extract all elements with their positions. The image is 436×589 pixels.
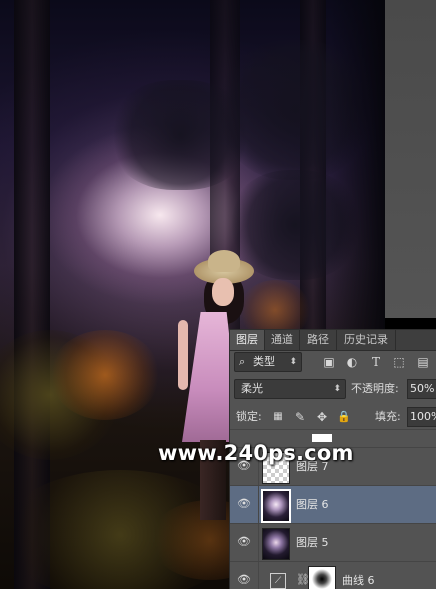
arm (178, 320, 188, 390)
search-icon: ⌕ (239, 355, 246, 368)
chevron-updown-icon: ⬍ (333, 384, 341, 394)
divider (258, 486, 259, 524)
opacity-label: 不透明度: (351, 382, 399, 395)
shape-filter-icon[interactable]: ⬚ (391, 353, 407, 371)
filter-kind-label: 类型 (253, 355, 275, 368)
autumn-foliage (50, 330, 160, 420)
hat-crown (208, 250, 240, 272)
opacity-field[interactable]: 50% (407, 379, 436, 399)
curves-adjustment-icon: ⟋ (270, 573, 286, 589)
blend-row: 柔光 ⬍ 不透明度: 50% (230, 379, 436, 399)
chevron-updown-icon: ⬍ (289, 357, 297, 367)
image-filter-icon[interactable]: ▣ (321, 353, 337, 371)
chain-link-icon[interactable]: ⛓ (296, 572, 310, 588)
layer-row-selected[interactable]: 👁 图层 6 (230, 485, 436, 524)
layer-name: 图层 6 (296, 498, 329, 511)
type-filter-icon[interactable]: T (368, 353, 384, 371)
lock-paint-icon[interactable]: ✎ (292, 408, 308, 426)
adjustment-filter-icon[interactable]: ◐ (344, 353, 360, 371)
tab-channels[interactable]: 通道 (265, 330, 300, 350)
layer-thumbnail (261, 489, 291, 523)
divider (258, 524, 259, 562)
tab-layers[interactable]: 图层 (230, 330, 265, 350)
panel-tab-bar: 图层 通道 路径 历史记录 (230, 330, 436, 351)
layer-mask-thumbnail (308, 566, 336, 589)
lock-all-icon[interactable]: 🔒 (336, 408, 352, 426)
lock-label: 锁定: (236, 410, 262, 423)
screenshot: 图层 通道 路径 历史记录 ⌕ 类型 ⬍ ▣ ◐ T ⬚ ▤ 柔光 ⬍ 不透明度… (0, 0, 436, 589)
layer-row[interactable]: 👁 图层 5 (230, 523, 436, 562)
layer-name: 图层 5 (296, 536, 329, 549)
tab-history[interactable]: 历史记录 (337, 330, 396, 350)
filter-row: ⌕ 类型 ⬍ ▣ ◐ T ⬚ ▤ (230, 352, 436, 372)
lock-transparent-icon[interactable]: ▦ (270, 408, 286, 426)
filter-kind-select[interactable]: ⌕ 类型 ⬍ (234, 352, 302, 372)
eye-icon[interactable]: 👁 (236, 497, 252, 511)
layer-name: 曲线 6 (342, 574, 375, 587)
divider (258, 562, 259, 589)
workspace-background (385, 0, 436, 318)
eye-icon[interactable]: 👁 (236, 535, 252, 549)
lock-row: 锁定: ▦ ✎ ✥ 🔒 填充: 100% (230, 407, 436, 427)
face (212, 278, 234, 306)
layer-thumbnail (262, 528, 290, 560)
fill-label: 填充: (375, 410, 401, 423)
smart-object-filter-icon[interactable]: ▤ (415, 353, 431, 371)
blend-mode-select[interactable]: 柔光 ⬍ (234, 379, 346, 399)
layer-row[interactable]: 👁 ⟋ ⛓ 曲线 6 (230, 561, 436, 589)
lock-move-icon[interactable]: ✥ (314, 408, 330, 426)
eye-icon[interactable]: 👁 (236, 573, 252, 587)
fill-field[interactable]: 100% (407, 407, 436, 427)
watermark: www.240ps.com (158, 441, 354, 465)
tab-paths[interactable]: 路径 (300, 330, 337, 350)
blend-mode-value: 柔光 (241, 382, 263, 395)
